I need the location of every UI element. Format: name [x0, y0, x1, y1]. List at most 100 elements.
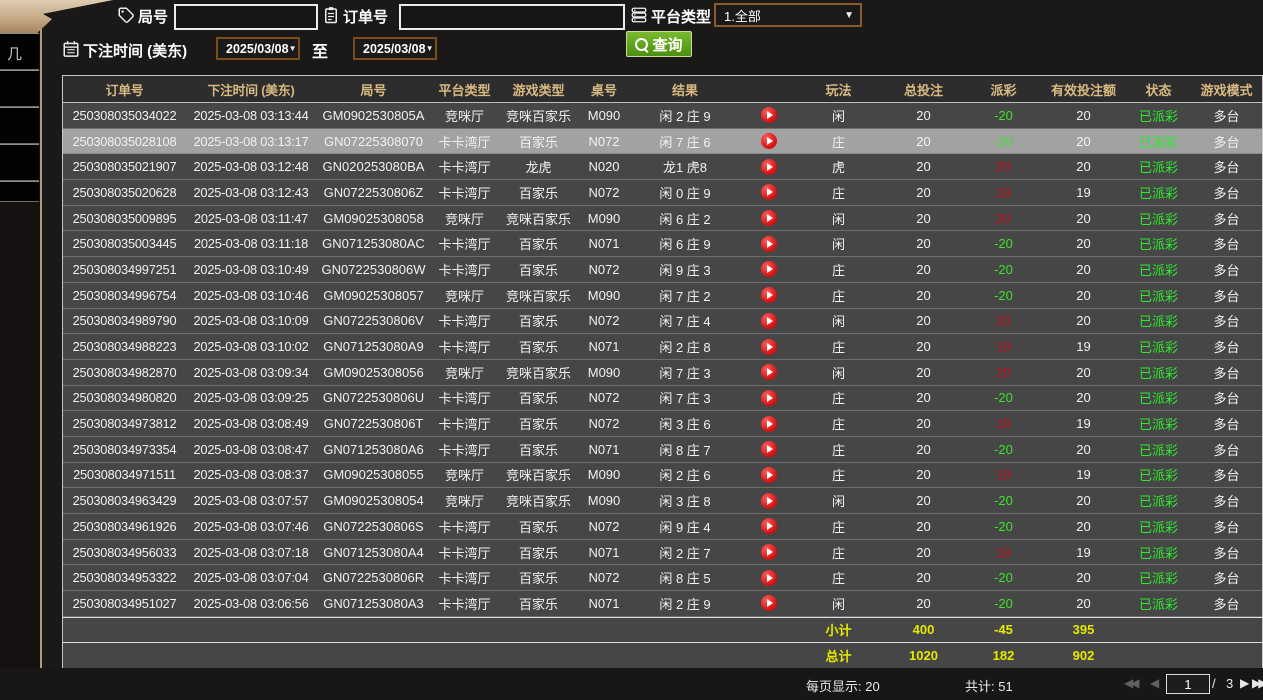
table-row[interactable]: 2503080349897902025-03-08 03:10:09GN0722…	[63, 309, 1262, 335]
column-header: 玩法	[796, 80, 881, 99]
round-number-input[interactable]	[174, 4, 318, 30]
play-video-icon[interactable]	[741, 390, 796, 406]
table-row[interactable]: 2503080349733542025-03-08 03:08:47GN0712…	[63, 437, 1262, 463]
date-from-select[interactable]: 2025/03/08 ▼	[216, 37, 300, 60]
table-cell: 百家乐	[498, 440, 579, 459]
sidebar-item[interactable]	[0, 144, 39, 181]
sidebar-item[interactable]	[0, 181, 39, 202]
query-button[interactable]: 查询	[626, 31, 692, 57]
table-row[interactable]: 2503080350281082025-03-08 03:13:17GN0722…	[63, 129, 1262, 155]
table-cell: GN07225308070	[316, 134, 431, 149]
table-cell: 多台	[1191, 440, 1262, 459]
table-cell: M090	[579, 493, 629, 508]
table-cell: 闲 2 庄 8	[629, 337, 741, 356]
play-video-icon[interactable]	[741, 261, 796, 277]
table-row[interactable]: 2503080349619262025-03-08 03:07:46GN0722…	[63, 514, 1262, 540]
table-row[interactable]: 2503080349828702025-03-08 03:09:34GM0902…	[63, 360, 1262, 386]
table-cell: -20	[966, 134, 1041, 149]
table-cell: 2025-03-08 03:10:02	[186, 339, 316, 354]
order-number-input[interactable]	[399, 4, 625, 30]
table-cell: N072	[579, 185, 629, 200]
table-row[interactable]: 2503080349972512025-03-08 03:10:49GN0722…	[63, 257, 1262, 283]
play-video-icon[interactable]	[741, 210, 796, 226]
table-cell: 20	[1041, 390, 1126, 405]
last-page-icon[interactable]: ▶▶	[1252, 676, 1263, 690]
first-page-icon[interactable]: ◀◀	[1124, 676, 1136, 690]
play-video-icon[interactable]	[741, 236, 796, 252]
subtotal-valid-bet: 395	[1041, 622, 1126, 637]
table-cell: 20	[1041, 134, 1126, 149]
table-cell: 20	[1041, 236, 1126, 251]
play-video-icon[interactable]	[741, 595, 796, 611]
play-video-icon[interactable]	[741, 107, 796, 123]
table-cell: 竞咪厅	[431, 363, 498, 382]
table-cell: M090	[579, 288, 629, 303]
table-cell: 20	[966, 313, 1041, 328]
play-video-icon[interactable]	[741, 518, 796, 534]
table-row[interactable]: 2503080349808202025-03-08 03:09:25GN0722…	[63, 386, 1262, 412]
table-cell: 百家乐	[498, 517, 579, 536]
play-video-icon[interactable]	[741, 339, 796, 355]
date-to-select[interactable]: 2025/03/08 ▼	[353, 37, 437, 60]
sidebar-item-slot[interactable]: 几	[0, 33, 39, 70]
play-video-icon[interactable]	[741, 133, 796, 149]
prev-page-icon[interactable]: ◀	[1150, 676, 1159, 690]
table-cell: 竞咪百家乐	[498, 465, 579, 484]
play-video-icon[interactable]	[741, 159, 796, 175]
table-cell: 2025-03-08 03:07:46	[186, 519, 316, 534]
play-video-icon[interactable]	[741, 493, 796, 509]
table-cell: 闲 7 庄 3	[629, 363, 741, 382]
table-cell: 闲 7 庄 3	[629, 388, 741, 407]
play-video-icon[interactable]	[741, 364, 796, 380]
play-video-icon[interactable]	[741, 544, 796, 560]
table-row[interactable]: 2503080349560332025-03-08 03:07:18GN0712…	[63, 540, 1262, 566]
play-video-icon[interactable]	[741, 287, 796, 303]
table-cell: 20	[881, 313, 966, 328]
next-page-icon[interactable]: ▶	[1240, 676, 1249, 690]
table-cell: 20	[881, 493, 966, 508]
table-cell: 闲	[796, 491, 881, 510]
table-cell: 2025-03-08 03:13:44	[186, 108, 316, 123]
table-cell: 竞咪百家乐	[498, 363, 579, 382]
table-cell: 已派彩	[1126, 440, 1191, 459]
table-cell: 竞咪百家乐	[498, 286, 579, 305]
sidebar-divider	[40, 0, 42, 700]
table-cell: 250308034997251	[63, 262, 186, 277]
sidebar-item[interactable]	[0, 107, 39, 144]
column-header: 游戏模式	[1191, 80, 1262, 99]
table-cell: N071	[579, 442, 629, 457]
table-row[interactable]: 2503080349510272025-03-08 03:06:56GN0712…	[63, 591, 1262, 617]
play-video-icon[interactable]	[741, 570, 796, 586]
play-video-icon[interactable]	[741, 184, 796, 200]
table-cell: 20	[881, 339, 966, 354]
table-cell: 20	[881, 442, 966, 457]
table-cell: GN071253080A3	[316, 596, 431, 611]
table-cell: 2025-03-08 03:07:18	[186, 545, 316, 560]
table-row[interactable]: 2503080350034452025-03-08 03:11:18GN0712…	[63, 231, 1262, 257]
table-row[interactable]: 2503080349882232025-03-08 03:10:02GN0712…	[63, 334, 1262, 360]
per-page-label: 每页显示: 20	[806, 676, 880, 695]
table-row[interactable]: 2503080350098952025-03-08 03:11:47GM0902…	[63, 206, 1262, 232]
table-row[interactable]: 2503080349634292025-03-08 03:07:57GM0902…	[63, 488, 1262, 514]
play-video-icon[interactable]	[741, 313, 796, 329]
table-row[interactable]: 2503080350340222025-03-08 03:13:44GM0902…	[63, 103, 1262, 129]
table-cell: 19	[1041, 467, 1126, 482]
play-video-icon[interactable]	[741, 441, 796, 457]
table-cell: 庄	[796, 260, 881, 279]
date-to-label: 至	[312, 38, 328, 62]
table-row[interactable]: 2503080350206282025-03-08 03:12:43GN0722…	[63, 180, 1262, 206]
table-row[interactable]: 2503080349715112025-03-08 03:08:37GM0902…	[63, 463, 1262, 489]
play-video-icon[interactable]	[741, 416, 796, 432]
page-number-input[interactable]	[1166, 674, 1210, 694]
table-row[interactable]: 2503080349738122025-03-08 03:08:49GN0722…	[63, 411, 1262, 437]
platform-type-select[interactable]: 1.全部 ▼	[714, 3, 862, 27]
play-video-icon[interactable]	[741, 467, 796, 483]
table-cell: 250308034996754	[63, 288, 186, 303]
table-row[interactable]: 2503080350219072025-03-08 03:12:48GN0202…	[63, 154, 1262, 180]
sidebar-item[interactable]	[0, 70, 39, 107]
table-row[interactable]: 2503080349967542025-03-08 03:10:46GM0902…	[63, 283, 1262, 309]
table-cell: 已派彩	[1126, 543, 1191, 562]
table-row[interactable]: 2503080349533222025-03-08 03:07:04GN0722…	[63, 565, 1262, 591]
table-cell: 2025-03-08 03:09:34	[186, 365, 316, 380]
clipboard-icon	[322, 6, 340, 24]
